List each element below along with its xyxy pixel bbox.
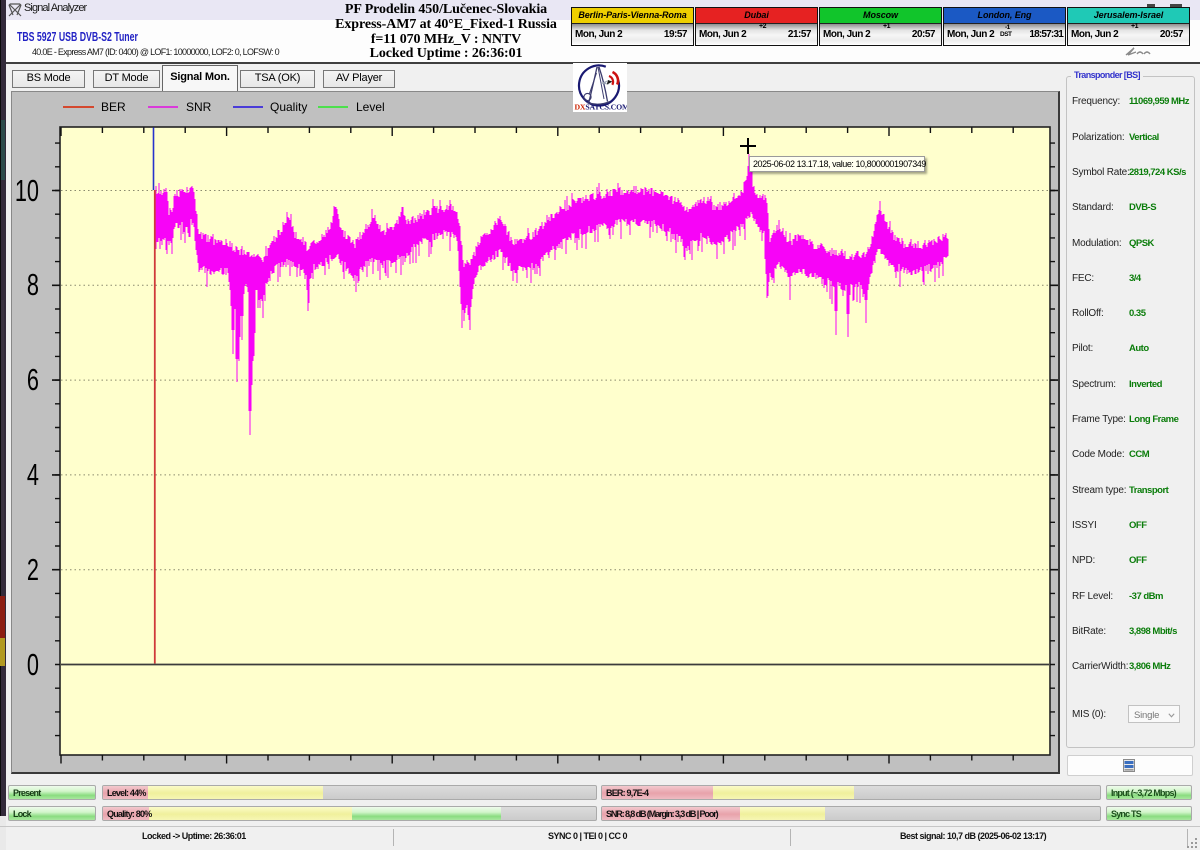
svg-text:DXSATCS.COM: DXSATCS.COM bbox=[575, 103, 628, 112]
